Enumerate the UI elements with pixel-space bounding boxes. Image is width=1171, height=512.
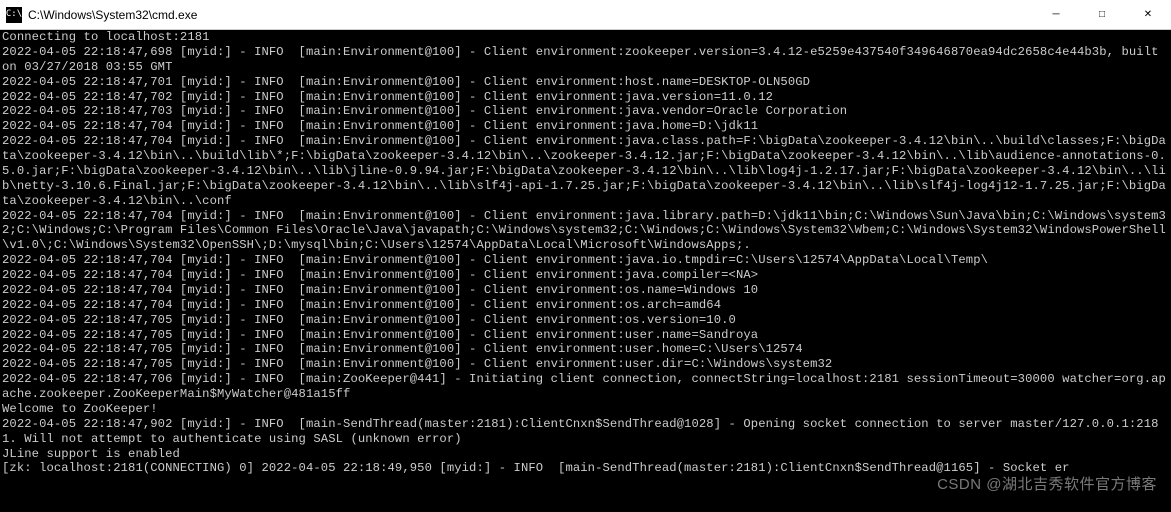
terminal-line: 2022-04-05 22:18:47,902 [myid:] - INFO [… <box>2 417 1169 447</box>
terminal-line: JLine support is enabled <box>2 447 1169 462</box>
terminal-line: 2022-04-05 22:18:47,701 [myid:] - INFO [… <box>2 75 1169 90</box>
terminal-line: 2022-04-05 22:18:47,705 [myid:] - INFO [… <box>2 328 1169 343</box>
window-controls: ─ □ ✕ <box>1033 0 1171 29</box>
terminal-line: 2022-04-05 22:18:47,704 [myid:] - INFO [… <box>2 253 1169 268</box>
terminal-line: 2022-04-05 22:18:47,704 [myid:] - INFO [… <box>2 268 1169 283</box>
terminal-line: 2022-04-05 22:18:47,698 [myid:] - INFO [… <box>2 45 1169 75</box>
terminal-line: 2022-04-05 22:18:47,704 [myid:] - INFO [… <box>2 134 1169 208</box>
title-left: C:\ C:\Windows\System32\cmd.exe <box>0 7 197 23</box>
maximize-button[interactable]: □ <box>1079 0 1125 29</box>
window-title: C:\Windows\System32\cmd.exe <box>28 8 197 22</box>
cmd-icon: C:\ <box>6 7 22 23</box>
terminal-line: 2022-04-05 22:18:47,704 [myid:] - INFO [… <box>2 283 1169 298</box>
terminal-output[interactable]: Connecting to localhost:21812022-04-05 2… <box>0 30 1171 512</box>
terminal-line: Welcome to ZooKeeper! <box>2 402 1169 417</box>
terminal-line: 2022-04-05 22:18:47,705 [myid:] - INFO [… <box>2 313 1169 328</box>
terminal-line: 2022-04-05 22:18:47,704 [myid:] - INFO [… <box>2 119 1169 134</box>
window-titlebar[interactable]: C:\ C:\Windows\System32\cmd.exe ─ □ ✕ <box>0 0 1171 30</box>
terminal-line: 2022-04-05 22:18:47,705 [myid:] - INFO [… <box>2 357 1169 372</box>
terminal-line: 2022-04-05 22:18:47,705 [myid:] - INFO [… <box>2 342 1169 357</box>
terminal-line: 2022-04-05 22:18:47,703 [myid:] - INFO [… <box>2 104 1169 119</box>
terminal-line: 2022-04-05 22:18:47,706 [myid:] - INFO [… <box>2 372 1169 402</box>
terminal-line: Connecting to localhost:2181 <box>2 30 1169 45</box>
terminal-line: [zk: localhost:2181(CONNECTING) 0] 2022-… <box>2 461 1169 476</box>
terminal-line: 2022-04-05 22:18:47,702 [myid:] - INFO [… <box>2 90 1169 105</box>
close-button[interactable]: ✕ <box>1125 0 1171 29</box>
terminal-line: 2022-04-05 22:18:47,704 [myid:] - INFO [… <box>2 209 1169 254</box>
minimize-button[interactable]: ─ <box>1033 0 1079 29</box>
terminal-line: 2022-04-05 22:18:47,704 [myid:] - INFO [… <box>2 298 1169 313</box>
